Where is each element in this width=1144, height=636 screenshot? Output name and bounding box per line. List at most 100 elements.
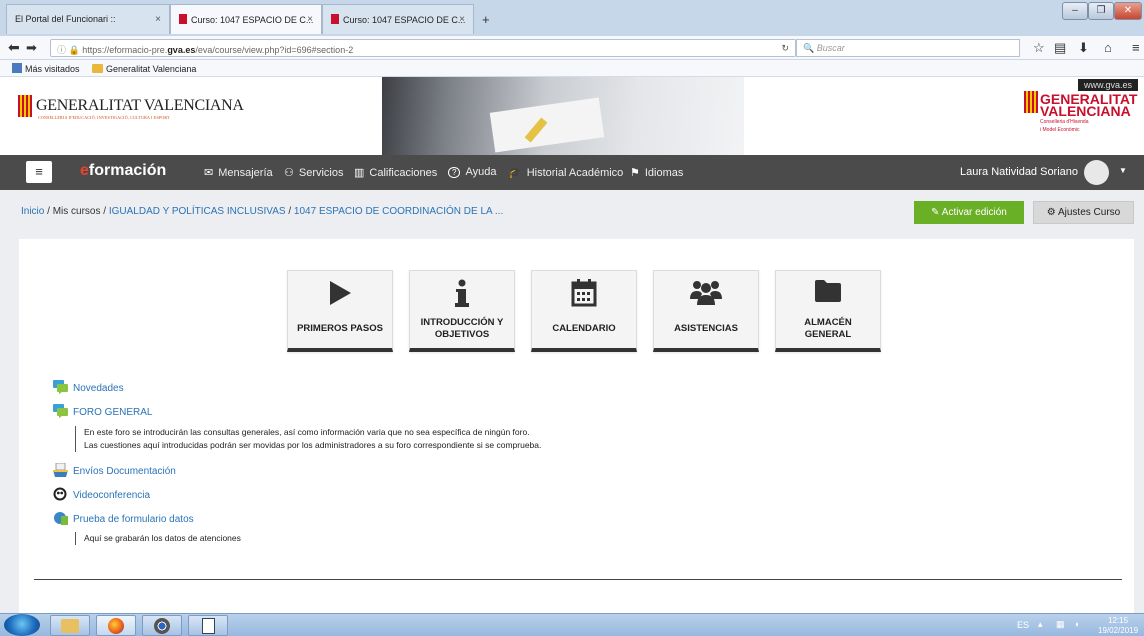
activity-prueba-formulario[interactable]: Prueba de formulario datos (53, 511, 194, 525)
videoconference-icon (53, 487, 68, 501)
gva-favicon-icon (179, 14, 187, 24)
tile-calendario[interactable]: CALENDARIO (531, 270, 637, 352)
bookmarks-bar: Más visitados Generalitat Valenciana (0, 60, 1144, 77)
nav-idiomas[interactable]: ⚑ Idiomas (630, 166, 683, 179)
nav-label: Servicios (298, 167, 344, 179)
url-prefix: https://eformacio-pre. (82, 45, 168, 55)
close-window-button[interactable]: ✕ (1114, 2, 1142, 20)
activity-link[interactable]: Videoconferencia (73, 490, 150, 501)
eformacion-brand[interactable]: eformación (80, 162, 166, 180)
course-content: PRIMEROS PASOS INTRODUCCIÓN Y OBJETIVOS … (19, 239, 1134, 613)
close-tab-icon[interactable]: × (307, 14, 313, 25)
notepad-taskbar-button[interactable] (188, 615, 228, 636)
url-bar[interactable]: ⓘ 🔒 https://eformacio-pre.gva.es/eva/cou… (50, 39, 796, 57)
back-arrow-icon[interactable]: ⬅ (8, 39, 20, 56)
activity-link[interactable]: Novedades (73, 383, 124, 394)
menu-icon[interactable]: ≡ (1132, 40, 1140, 55)
nav-historial[interactable]: 🎓 Historial Académico (508, 166, 623, 179)
language-indicator[interactable]: ES (1017, 620, 1029, 630)
gear-icon: ⚙ (1046, 207, 1056, 218)
activity-novedades[interactable]: Novedades (53, 380, 124, 394)
system-clock[interactable]: 12:15 19/02/2019 (1098, 616, 1138, 636)
course-settings-button[interactable]: ⚙ Ajustes Curso (1033, 201, 1134, 224)
activity-videoconferencia[interactable]: Videoconferencia (53, 487, 150, 501)
close-tab-icon[interactable]: × (459, 14, 465, 25)
breadcrumb-home[interactable]: Inicio (21, 206, 44, 217)
downloads-icon[interactable]: ⬇ (1078, 40, 1089, 56)
firefox-icon (108, 618, 124, 634)
close-tab-icon[interactable]: × (155, 14, 161, 25)
user-name[interactable]: Laura Natividad Soriano (960, 166, 1078, 178)
gva-favicon-icon (331, 14, 339, 24)
hamburger-menu-button[interactable]: ≡ (26, 161, 52, 183)
forum-icon (53, 380, 68, 394)
avatar[interactable] (1084, 160, 1109, 185)
nav-calificaciones[interactable]: ▥ Calificaciones (354, 166, 437, 179)
info-icon: ⓘ (57, 45, 67, 55)
nav-ayuda[interactable]: ? Ayuda (448, 166, 496, 178)
search-icon: 🔍 (803, 43, 815, 53)
users-icon (654, 271, 758, 315)
activate-editing-button[interactable]: ✎ Activar edición (914, 201, 1024, 224)
browser-tab[interactable]: Curso: 1047 ESPACIO DE C... × (322, 4, 474, 34)
logo-sub-1: Conselleria d'Hisenda (1040, 119, 1089, 125)
gva-emblem-icon (18, 95, 32, 117)
new-tab-button[interactable]: + (482, 12, 490, 27)
nav-mensajeria[interactable]: ✉ Mensajería (204, 166, 273, 179)
minimize-button[interactable]: ‒ (1062, 2, 1088, 20)
search-field[interactable]: 🔍 Buscar (796, 39, 1020, 57)
bookmark-star-icon[interactable]: ☆ (1033, 40, 1045, 56)
tile-label: ALMACÉN GENERAL (804, 317, 852, 340)
tile-label: ASISTENCIAS (674, 323, 738, 334)
nav-label: Idiomas (644, 167, 684, 179)
user-menu-chevron-icon[interactable]: ▼ (1119, 166, 1127, 175)
activity-link[interactable]: Prueba de formulario datos (73, 514, 194, 525)
start-button[interactable] (4, 614, 40, 636)
breadcrumb-category[interactable]: IGUALDAD Y POLÍTICAS INCLUSIVAS (109, 206, 286, 217)
network-icon[interactable]: ▦ (1056, 619, 1065, 630)
nav-servicios[interactable]: ⚇ Servicios (284, 166, 344, 179)
breadcrumb-bar: Inicio / Mis cursos / IGUALDAD Y POLÍTIC… (0, 190, 1144, 232)
browser-icon (154, 618, 170, 634)
nav-label: Mensajería (218, 167, 273, 179)
info-icon (410, 271, 514, 315)
breadcrumb-course[interactable]: 1047 ESPACIO DE COORDINACIÓN DE LA ... (294, 206, 503, 217)
tile-asistencias[interactable]: ASISTENCIAS (653, 270, 759, 352)
logo-text: GENERALITAT VALENCIANA (36, 97, 244, 114)
maximize-button[interactable]: ❐ (1088, 2, 1114, 20)
show-hidden-icons-icon[interactable]: ▴ (1038, 619, 1043, 630)
tile-introduccion[interactable]: INTRODUCCIÓN Y OBJETIVOS (409, 270, 515, 352)
browser-tab-active[interactable]: Curso: 1047 ESPACIO DE C... × (170, 4, 322, 34)
most-visited-icon (12, 63, 22, 73)
home-icon[interactable]: ⌂ (1104, 40, 1112, 55)
activity-link[interactable]: FORO GENERAL (73, 407, 152, 418)
tile-label: CALENDARIO (552, 323, 616, 334)
document-icon (201, 618, 215, 634)
play-icon (288, 271, 392, 315)
tile-primeros-pasos[interactable]: PRIMEROS PASOS (287, 270, 393, 352)
lock-icon: 🔒 (68, 45, 80, 55)
reload-icon[interactable]: ↻ (781, 43, 789, 54)
site-navbar: ≡ eformación ✉ Mensajería ⚇ Servicios ▥ Cal… (0, 155, 1144, 190)
os-taskbar: ES ▴ ▦ ◖ 12:15 19/02/2019 (0, 613, 1144, 636)
chrome-taskbar-button[interactable] (142, 615, 182, 636)
browser-tab[interactable]: El Portal del Funcionari :: × (6, 4, 170, 34)
reading-list-icon[interactable]: ▤ (1054, 40, 1066, 56)
logo-sub-2: i Model Econòmic (1040, 127, 1080, 133)
tile-almacen[interactable]: ALMACÉN GENERAL (775, 270, 881, 352)
gva-site-link[interactable]: www.gva.es (1077, 79, 1138, 91)
bookmark-most-visited[interactable]: Más visitados (25, 64, 80, 74)
tile-label: PRIMEROS PASOS (297, 323, 383, 334)
firefox-taskbar-button[interactable] (96, 615, 136, 636)
activity-description: En este foro se introducirán las consult… (75, 426, 541, 452)
bookmark-generalitat[interactable]: Generalitat Valenciana (106, 64, 196, 74)
activity-link[interactable]: Envíos Documentación (73, 466, 176, 477)
calendar-icon (532, 271, 636, 315)
volume-icon[interactable]: ◖ (1074, 619, 1079, 629)
browser-nav-bar: ⬅ ➡ ⓘ 🔒 https://eformacio-pre.gva.es/eva… (0, 36, 1144, 60)
activity-envios[interactable]: Envíos Documentación (53, 462, 176, 477)
generalitat-logo[interactable]: GENERALITAT VALENCIANA CONSELLERIA D'EDU… (18, 95, 244, 120)
activity-foro-general[interactable]: FORO GENERAL (53, 404, 152, 418)
explorer-taskbar-button[interactable] (50, 615, 90, 636)
forward-arrow-icon[interactable]: ➡ (26, 40, 37, 56)
